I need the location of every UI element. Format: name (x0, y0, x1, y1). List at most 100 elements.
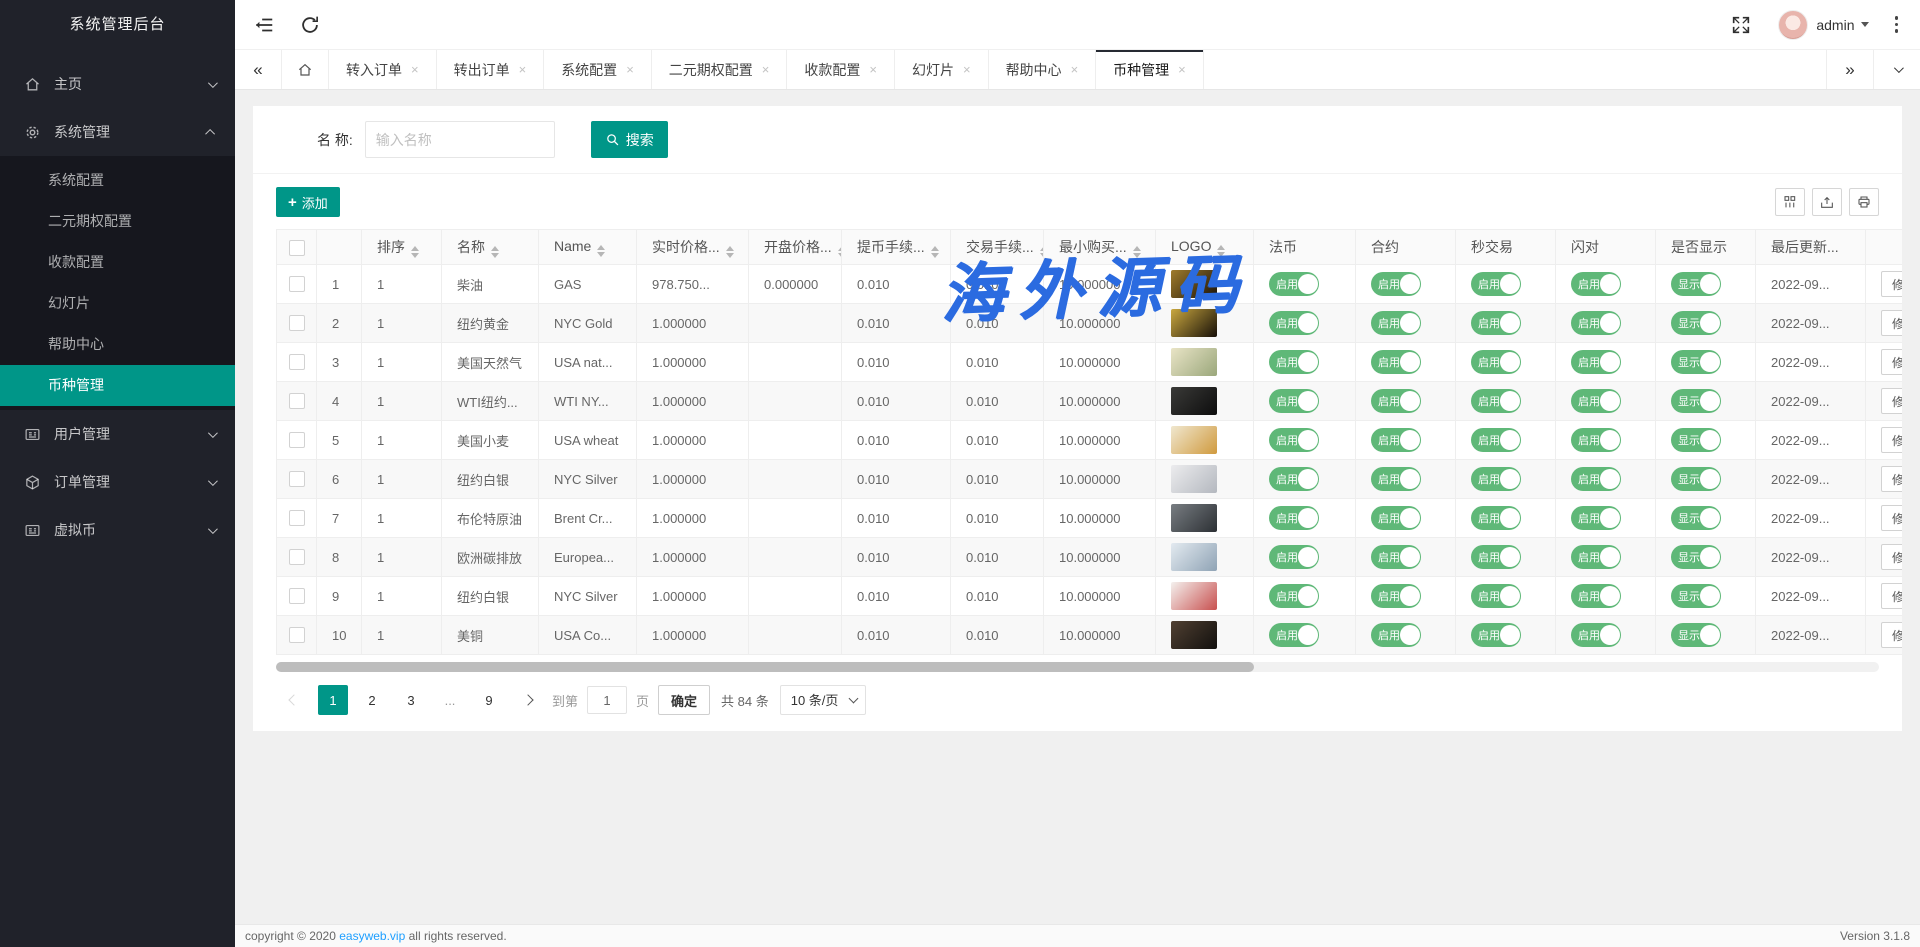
goto-page-input[interactable] (587, 686, 627, 714)
column-header-wfee[interactable]: 提币手续... (842, 230, 951, 265)
contract-toggle[interactable]: 启用 (1371, 545, 1421, 569)
sort-icon[interactable] (1133, 246, 1141, 258)
flash-toggle[interactable]: 启用 (1571, 506, 1621, 530)
contract-toggle[interactable]: 启用 (1371, 623, 1421, 647)
tab-home[interactable] (282, 50, 329, 89)
sidebar-subitem-币种管理[interactable]: 币种管理 (0, 365, 235, 406)
close-icon[interactable]: × (869, 63, 877, 76)
print-icon[interactable] (1849, 188, 1879, 216)
sidebar-item-system[interactable]: 系统管理 (0, 108, 235, 156)
page-button-1[interactable]: 1 (318, 685, 348, 715)
fiat-toggle[interactable]: 启用 (1269, 545, 1319, 569)
visible-toggle[interactable]: 显示 (1671, 272, 1721, 296)
row-checkbox[interactable] (289, 315, 305, 331)
next-page-button[interactable] (513, 685, 543, 715)
edit-button[interactable]: 修改 (1881, 427, 1902, 453)
sort-icon[interactable] (1217, 245, 1225, 257)
page-button-3[interactable]: 3 (396, 685, 426, 715)
contract-toggle[interactable]: 启用 (1371, 389, 1421, 413)
fiat-toggle[interactable]: 启用 (1269, 428, 1319, 452)
contract-toggle[interactable]: 启用 (1371, 428, 1421, 452)
edit-button[interactable]: 修改 (1881, 349, 1902, 375)
row-checkbox[interactable] (289, 471, 305, 487)
sort-icon[interactable] (597, 245, 605, 257)
sidebar-item-users[interactable]: 用户管理 (0, 410, 235, 458)
sidebar-item-orders[interactable]: 订单管理 (0, 458, 235, 506)
prev-page-button[interactable] (279, 685, 309, 715)
edit-button[interactable]: 修改 (1881, 271, 1902, 297)
flash-toggle[interactable]: 启用 (1571, 272, 1621, 296)
fiat-toggle[interactable]: 启用 (1269, 623, 1319, 647)
column-header-logo[interactable]: LOGO (1156, 230, 1254, 265)
user-menu[interactable]: admin (1752, 10, 1890, 40)
flash-toggle[interactable]: 启用 (1571, 623, 1621, 647)
visible-toggle[interactable]: 显示 (1671, 623, 1721, 647)
sidebar-subitem-收款配置[interactable]: 收款配置 (0, 242, 235, 283)
close-icon[interactable]: × (1071, 63, 1079, 76)
sort-icon[interactable] (838, 246, 842, 258)
flash-toggle[interactable]: 启用 (1571, 389, 1621, 413)
kebab-icon[interactable] (1891, 12, 1903, 37)
edit-button[interactable]: 修改 (1881, 583, 1902, 609)
tab-帮助中心[interactable]: 帮助中心× (989, 50, 1097, 89)
fiat-toggle[interactable]: 启用 (1269, 311, 1319, 335)
tab-转出订单[interactable]: 转出订单× (437, 50, 545, 89)
close-icon[interactable]: × (762, 63, 770, 76)
edit-button[interactable]: 修改 (1881, 310, 1902, 336)
sort-icon[interactable] (726, 246, 734, 258)
contract-toggle[interactable]: 启用 (1371, 584, 1421, 608)
fiat-toggle[interactable]: 启用 (1269, 272, 1319, 296)
tab-转入订单[interactable]: 转入订单× (329, 50, 437, 89)
sec-toggle[interactable]: 启用 (1471, 545, 1521, 569)
contract-toggle[interactable]: 启用 (1371, 467, 1421, 491)
page-button-9[interactable]: 9 (474, 685, 504, 715)
column-header-name_cn[interactable]: 名称 (442, 230, 539, 265)
fiat-toggle[interactable]: 启用 (1269, 350, 1319, 374)
column-header-tfee[interactable]: 交易手续... (951, 230, 1044, 265)
column-header-name_en[interactable]: Name (539, 230, 637, 265)
sort-icon[interactable] (411, 246, 419, 258)
row-checkbox[interactable] (289, 393, 305, 409)
sec-toggle[interactable]: 启用 (1471, 389, 1521, 413)
export-icon[interactable] (1812, 188, 1842, 216)
sort-icon[interactable] (1040, 246, 1044, 258)
add-button[interactable]: + 添加 (276, 187, 340, 217)
sec-toggle[interactable]: 启用 (1471, 623, 1521, 647)
column-header-sort[interactable]: 排序 (362, 230, 442, 265)
close-icon[interactable]: × (626, 63, 634, 76)
sec-toggle[interactable]: 启用 (1471, 506, 1521, 530)
visible-toggle[interactable]: 显示 (1671, 584, 1721, 608)
fullscreen-icon[interactable] (1730, 14, 1752, 36)
contract-toggle[interactable]: 启用 (1371, 272, 1421, 296)
tab-系统配置[interactable]: 系统配置× (544, 50, 652, 89)
sec-toggle[interactable]: 启用 (1471, 311, 1521, 335)
visible-toggle[interactable]: 显示 (1671, 350, 1721, 374)
page-button-2[interactable]: 2 (357, 685, 387, 715)
visible-toggle[interactable]: 显示 (1671, 467, 1721, 491)
sec-toggle[interactable]: 启用 (1471, 584, 1521, 608)
close-icon[interactable]: × (963, 63, 971, 76)
column-header-minbuy[interactable]: 最小购买... (1044, 230, 1156, 265)
edit-button[interactable]: 修改 (1881, 505, 1902, 531)
row-checkbox[interactable] (289, 549, 305, 565)
fiat-toggle[interactable]: 启用 (1269, 584, 1319, 608)
search-input[interactable] (365, 121, 555, 158)
visible-toggle[interactable]: 显示 (1671, 428, 1721, 452)
visible-toggle[interactable]: 显示 (1671, 545, 1721, 569)
contract-toggle[interactable]: 启用 (1371, 506, 1421, 530)
row-checkbox[interactable] (289, 432, 305, 448)
sidebar-subitem-帮助中心[interactable]: 帮助中心 (0, 324, 235, 365)
column-header-price[interactable]: 实时价格... (637, 230, 749, 265)
visible-toggle[interactable]: 显示 (1671, 389, 1721, 413)
sec-toggle[interactable]: 启用 (1471, 428, 1521, 452)
flash-toggle[interactable]: 启用 (1571, 467, 1621, 491)
search-button[interactable]: 搜索 (591, 121, 668, 158)
visible-toggle[interactable]: 显示 (1671, 506, 1721, 530)
sec-toggle[interactable]: 启用 (1471, 272, 1521, 296)
fiat-toggle[interactable]: 启用 (1269, 467, 1319, 491)
tabs-scroll-left-button[interactable]: « (235, 50, 282, 89)
sort-icon[interactable] (491, 246, 499, 258)
edit-button[interactable]: 修改 (1881, 466, 1902, 492)
sidebar-item-home[interactable]: 主页 (0, 60, 235, 108)
close-icon[interactable]: × (411, 63, 419, 76)
